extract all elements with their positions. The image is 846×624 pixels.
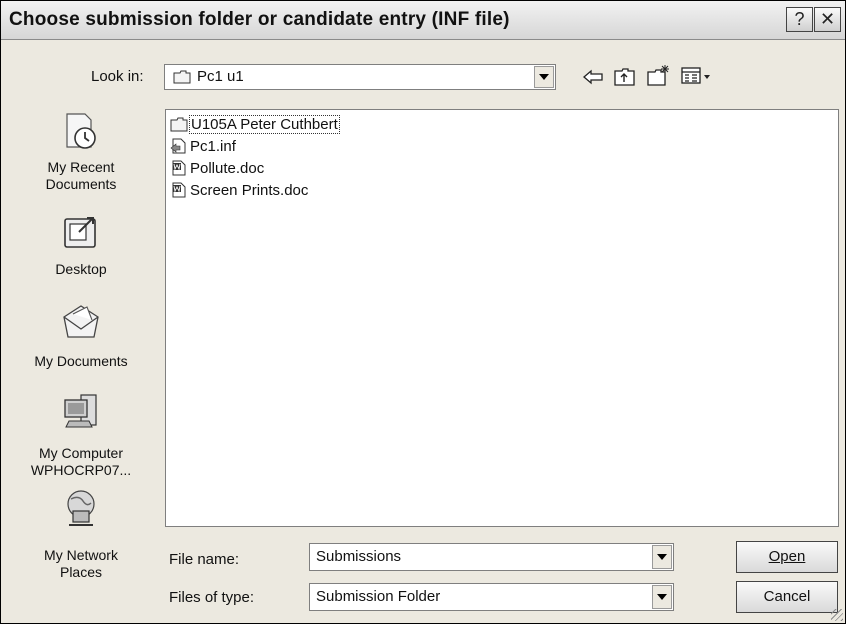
open-button[interactable]: Open bbox=[736, 541, 838, 573]
place-label: My Documents bbox=[34, 353, 128, 369]
file-name-value: Submissions bbox=[316, 548, 402, 565]
inf-file-icon bbox=[170, 138, 186, 154]
place-label: Desktop bbox=[55, 261, 107, 277]
dialog-title: Choose submission folder or candidate en… bbox=[9, 9, 510, 30]
look-in-dropdown[interactable]: Pc1 u1 bbox=[164, 64, 556, 90]
back-icon[interactable] bbox=[582, 68, 604, 86]
files-of-type-label: Files of type: bbox=[169, 589, 255, 606]
cancel-button[interactable]: Cancel bbox=[736, 581, 838, 613]
place-my-documents[interactable]: My Documents bbox=[1, 301, 161, 370]
close-button[interactable]: ✕ bbox=[814, 7, 841, 32]
my-computer-icon bbox=[64, 394, 97, 428]
look-in-value: Pc1 u1 bbox=[197, 68, 244, 85]
place-desktop[interactable]: Desktop bbox=[1, 213, 161, 278]
file-name-dropdown-arrow[interactable] bbox=[652, 545, 672, 569]
close-icon: ✕ bbox=[819, 9, 836, 29]
desktop-icon bbox=[64, 217, 96, 248]
files-of-type-select[interactable]: Submission Folder bbox=[309, 583, 674, 611]
folder-icon bbox=[170, 117, 188, 132]
look-in-label: Look in: bbox=[91, 68, 144, 85]
place-label: My Recent Documents bbox=[45, 159, 117, 192]
network-places-icon bbox=[67, 490, 95, 526]
file-item-label: U105A Peter Cuthbert bbox=[189, 114, 340, 134]
word-document-icon bbox=[172, 182, 186, 198]
place-network-places[interactable]: My Network Places bbox=[1, 489, 161, 581]
file-item-inf[interactable]: Pc1.inf bbox=[170, 136, 236, 156]
files-of-type-dropdown-arrow[interactable] bbox=[652, 585, 672, 609]
file-list[interactable]: U105A Peter Cuthbert Pc1.inf Pollute.doc bbox=[165, 109, 839, 527]
recent-documents-icon bbox=[66, 113, 96, 149]
new-folder-icon[interactable] bbox=[647, 64, 671, 86]
place-recent-documents[interactable]: My Recent Documents bbox=[1, 111, 161, 193]
file-item-label: Pc1.inf bbox=[190, 137, 236, 155]
open-button-label: Open bbox=[768, 548, 806, 565]
resize-grip[interactable] bbox=[831, 609, 843, 621]
folder-icon bbox=[173, 70, 191, 84]
places-bar: My Recent Documents Desktop My Documents bbox=[1, 101, 161, 621]
file-name-input[interactable]: Submissions bbox=[309, 543, 674, 571]
file-dialog: Choose submission folder or candidate en… bbox=[0, 0, 846, 624]
look-in-dropdown-arrow[interactable] bbox=[534, 66, 554, 88]
word-document-icon bbox=[172, 160, 186, 176]
title-bar[interactable]: Choose submission folder or candidate en… bbox=[1, 1, 845, 40]
file-item-doc[interactable]: Screen Prints.doc bbox=[170, 180, 308, 200]
help-icon: ? bbox=[794, 9, 805, 29]
up-folder-icon[interactable] bbox=[614, 66, 636, 86]
help-button[interactable]: ? bbox=[786, 7, 813, 32]
views-menu-icon[interactable] bbox=[681, 67, 713, 85]
cancel-button-label: Cancel bbox=[763, 588, 811, 605]
my-documents-icon bbox=[63, 305, 99, 338]
file-name-label: File name: bbox=[169, 551, 240, 568]
place-label: My Network Places bbox=[44, 547, 118, 580]
file-item-folder[interactable]: U105A Peter Cuthbert bbox=[170, 114, 340, 134]
file-item-label: Pollute.doc bbox=[190, 159, 265, 177]
files-of-type-value: Submission Folder bbox=[316, 588, 441, 605]
place-my-computer[interactable]: My Computer WPHOCRP07... bbox=[1, 391, 161, 479]
place-label: My Computer WPHOCRP07... bbox=[30, 445, 132, 478]
file-item-doc[interactable]: Pollute.doc bbox=[170, 158, 264, 178]
file-item-label: Screen Prints.doc bbox=[190, 181, 309, 199]
